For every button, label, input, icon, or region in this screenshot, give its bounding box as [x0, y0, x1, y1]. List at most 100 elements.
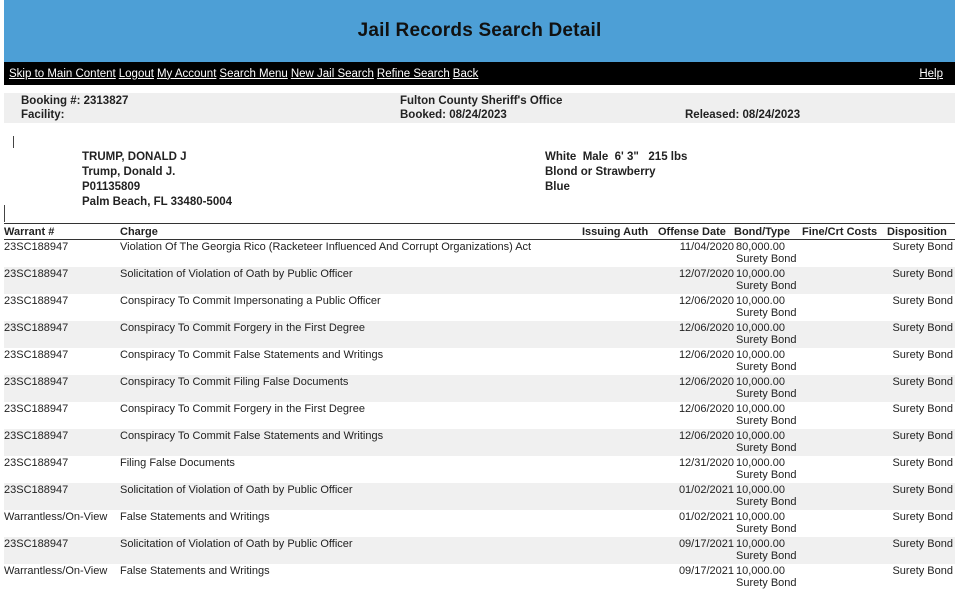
cell-charge: Solicitation of Violation of Oath by Pub… — [120, 537, 582, 564]
cell-offense-date: 01/02/2021 — [678, 511, 734, 523]
nav-bar: Skip to Main Content Logout My Account S… — [4, 62, 955, 85]
table-row: 23SC188947 Conspiracy To Commit Forgery i… — [4, 402, 955, 429]
cell-issuing-auth — [582, 321, 658, 348]
bond-amount: 10,000.00 — [736, 376, 785, 388]
nav-my-account[interactable]: My Account — [157, 68, 216, 80]
bond-amount: 10,000.00 — [736, 295, 785, 307]
cell-charge: Solicitation of Violation of Oath by Pub… — [120, 267, 582, 294]
facility-label: Facility: — [21, 109, 65, 121]
bond-type: Surety Bond — [736, 307, 797, 319]
cell-issuing-auth — [582, 564, 658, 591]
cell-bond: 10,000.00 Surety Bond — [734, 348, 802, 375]
cell-warrant: 23SC188947 — [4, 537, 120, 564]
cell-disposition: Surety Bond — [892, 349, 953, 361]
person-identity: TRUMP, DONALD J Trump, Donald J. P011358… — [82, 150, 232, 210]
bond-type: Surety Bond — [736, 253, 797, 265]
nav-new-jail-search[interactable]: New Jail Search — [291, 68, 374, 80]
bond-amount: 10,000.00 — [736, 538, 785, 550]
table-row: 23SC188947 Conspiracy To Commit Forgery i… — [4, 321, 955, 348]
cell-bond: 10,000.00 Surety Bond — [734, 483, 802, 510]
cell-warrant: 23SC188947 — [4, 403, 69, 415]
cell-charge: Solicitation of Violation of Oath by Pub… — [120, 483, 582, 510]
cell-offense-date: 12/06/2020 — [658, 429, 734, 456]
cell-charge: Conspiracy To Commit Impersonating a Pub… — [120, 295, 381, 307]
cell-fine-costs — [802, 267, 887, 294]
cell-warrant: 23SC188947 — [4, 429, 120, 456]
cell-disposition: Surety Bond — [892, 565, 953, 577]
cell-fine-costs — [802, 537, 887, 564]
bond-amount: 10,000.00 — [736, 457, 785, 469]
cell-charge: Violation Of The Georgia Rico (Racketeer… — [120, 241, 532, 253]
cell-fine-costs — [802, 402, 887, 429]
cell-fine-costs — [802, 321, 887, 348]
bond-amount: 10,000.00 — [736, 349, 785, 361]
bond-type: Surety Bond — [736, 550, 797, 562]
divider-tick — [4, 205, 5, 222]
nav-refine-search[interactable]: Refine Search — [377, 68, 450, 80]
table-row: 23SC188947 Solicitation of Violation of O… — [4, 483, 955, 510]
bond-type: Surety Bond — [736, 280, 797, 292]
bond-amount: 10,000.00 — [736, 565, 785, 577]
cell-bond: 10,000.00 Surety Bond — [734, 429, 802, 456]
bond-amount: 10,000.00 — [736, 322, 785, 334]
cell-disposition: Surety Bond — [887, 321, 955, 348]
cell-disposition: Surety Bond — [887, 537, 955, 564]
table-row: 23SC188947 Solicitation of Violation of O… — [4, 537, 955, 564]
table-row: 23SC188947 Conspiracy To Commit False Sta… — [4, 429, 955, 456]
cell-offense-date: 12/06/2020 — [658, 321, 734, 348]
cell-disposition: Surety Bond — [892, 241, 953, 253]
cell-disposition: Surety Bond — [892, 457, 953, 469]
nav-logout[interactable]: Logout — [119, 68, 154, 80]
person-hair: Blond or Strawberry — [545, 166, 656, 178]
cell-warrant: 23SC188947 — [4, 349, 69, 361]
col-offense-date: Offense Date — [658, 223, 734, 240]
cell-bond: 10,000.00 Surety Bond — [734, 321, 802, 348]
cell-bond: 10,000.00 Surety Bond — [734, 294, 802, 321]
cell-warrant: 23SC188947 — [4, 295, 69, 307]
person-description: White Male 6' 3" 215 lbs Blond or Strawb… — [545, 150, 687, 195]
cell-issuing-auth — [582, 402, 658, 429]
cell-fine-costs — [802, 348, 887, 375]
bond-type: Surety Bond — [736, 523, 797, 535]
bond-type: Surety Bond — [736, 496, 797, 508]
nav-back[interactable]: Back — [453, 68, 479, 80]
page-title: Jail Records Search Detail — [357, 20, 602, 41]
cell-offense-date: 12/06/2020 — [678, 403, 734, 415]
cell-issuing-auth — [582, 456, 658, 483]
cell-issuing-auth — [582, 483, 658, 510]
cell-offense-date: 12/06/2020 — [658, 375, 734, 402]
col-charge: Charge — [120, 223, 582, 240]
cell-bond: 10,000.00 Surety Bond — [734, 537, 802, 564]
person-physical: White Male 6' 3" 215 lbs — [545, 151, 688, 163]
bond-type: Surety Bond — [736, 577, 797, 589]
cell-bond: 10,000.00 Surety Bond — [734, 375, 802, 402]
cell-charge: Conspiracy To Commit Filing False Docume… — [120, 375, 582, 402]
page-header: Jail Records Search Detail — [4, 0, 955, 62]
cell-issuing-auth — [582, 240, 658, 268]
cell-charge: False Statements and Writings — [120, 565, 270, 577]
booking-info: Booking #: 2313827 Facility: Fulton Coun… — [4, 93, 955, 123]
cell-charge: Conspiracy To Commit False Statements an… — [120, 349, 384, 361]
nav-skip-to-main-content[interactable]: Skip to Main Content — [9, 68, 116, 80]
bond-type: Surety Bond — [736, 415, 797, 427]
nav-help[interactable]: Help — [919, 68, 943, 80]
cell-issuing-auth — [582, 429, 658, 456]
person-eyes: Blue — [545, 181, 570, 193]
nav-search-menu[interactable]: Search Menu — [219, 68, 287, 80]
released-date: Released: 08/24/2023 — [685, 109, 801, 121]
cell-warrant: 23SC188947 — [4, 483, 120, 510]
cell-offense-date: 12/06/2020 — [678, 295, 734, 307]
cell-bond: 10,000.00 Surety Bond — [734, 564, 802, 591]
cell-fine-costs — [802, 510, 887, 537]
cell-fine-costs — [802, 564, 887, 591]
cell-disposition: Surety Bond — [887, 429, 955, 456]
cell-disposition: Surety Bond — [887, 267, 955, 294]
bond-amount: 10,000.00 — [736, 511, 785, 523]
cell-offense-date: 09/17/2021 — [658, 537, 734, 564]
cell-disposition: Surety Bond — [887, 483, 955, 510]
cell-charge: Conspiracy To Commit False Statements an… — [120, 429, 582, 456]
bond-amount: 10,000.00 — [736, 403, 785, 415]
cell-disposition: Surety Bond — [887, 375, 955, 402]
bond-type: Surety Bond — [736, 388, 797, 400]
cell-bond: 10,000.00 Surety Bond — [734, 456, 802, 483]
